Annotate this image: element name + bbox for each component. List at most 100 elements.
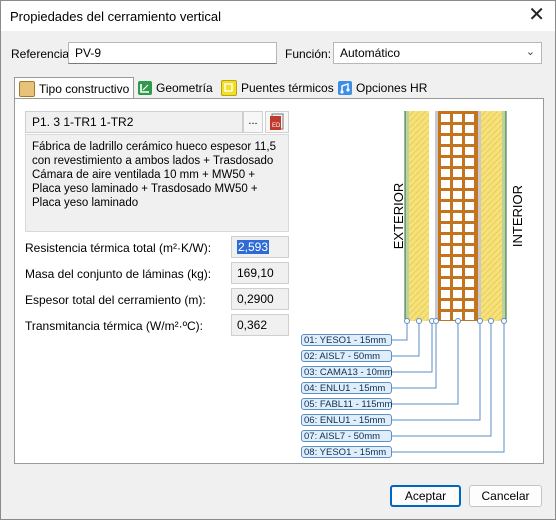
brick-hole — [441, 202, 450, 210]
brick-hole — [441, 312, 450, 320]
tab-geometria[interactable]: Geometría — [138, 77, 213, 99]
brick-hole — [441, 224, 450, 232]
layer-aisl7-ext — [409, 111, 429, 321]
leader-dot — [488, 318, 494, 324]
brick-hole — [465, 136, 474, 144]
leader-line — [392, 321, 505, 453]
brick-hole — [441, 246, 450, 254]
referencia-input[interactable]: PV-9 — [68, 42, 277, 64]
tab-opciones-hr[interactable]: Opciones HR — [338, 77, 427, 99]
brick-hole — [465, 290, 474, 298]
brick-hole — [465, 246, 474, 254]
tab-label: Puentes térmicos — [241, 81, 334, 95]
brick-hole — [465, 169, 474, 177]
layer-label: 02: AISL7 - 50mm — [301, 350, 392, 362]
transmitancia-label: Transmitancia térmica (W/m²·ºC): — [25, 319, 203, 333]
leader-line — [392, 321, 437, 389]
brick-hole — [465, 279, 474, 287]
brick-hole — [441, 147, 450, 155]
brick-hole — [465, 114, 474, 122]
layer-label: 06: ENLU1 - 15mm — [301, 414, 392, 426]
brick-hole — [465, 213, 474, 221]
espesor-field[interactable]: 0,2900 — [231, 288, 289, 310]
leader-line — [392, 321, 433, 373]
construction-description: Fábrica de ladrillo cerámico hueco espes… — [25, 134, 289, 232]
layer-cama13 — [429, 111, 435, 321]
brick-hole — [441, 158, 450, 166]
window-title: Propiedades del cerramiento vertical — [10, 9, 221, 24]
editor-icon: ED — [270, 113, 284, 130]
layer-label: 08: YESO1 - 15mm — [301, 446, 392, 458]
layer-enlu1-ext — [435, 111, 438, 321]
brick-hole — [441, 290, 450, 298]
brick-hole — [441, 301, 450, 309]
brick-hole — [453, 213, 462, 221]
brick-hole — [441, 213, 450, 221]
layer-label: 04: ENLU1 - 15mm — [301, 382, 392, 394]
brick-hole — [465, 147, 474, 155]
layer-aisl7-int — [481, 111, 502, 321]
tab-puentes-termicos[interactable]: Puentes térmicos — [221, 77, 334, 99]
brick-hole — [453, 114, 462, 122]
leader-line — [392, 321, 408, 341]
brick-hole — [441, 279, 450, 287]
brick-hole — [453, 136, 462, 144]
brick-hole — [465, 158, 474, 166]
svg-text:ED: ED — [272, 123, 281, 129]
brick-hole — [453, 290, 462, 298]
brick-hole — [453, 169, 462, 177]
brick-hole — [453, 224, 462, 232]
brick-hole — [465, 301, 474, 309]
tab-tipo-constructivo[interactable]: Tipo constructivo — [14, 77, 135, 100]
referencia-label: Referencia: — [11, 47, 73, 61]
resistencia-field[interactable]: 2,593 — [231, 236, 289, 258]
resistencia-value: 2,593 — [237, 240, 270, 254]
funcion-value: Automático — [340, 46, 401, 60]
leader-dot — [404, 318, 410, 324]
layer-label: 05: FABL11 - 115mm — [301, 398, 392, 410]
brick-hole — [453, 257, 462, 265]
thermal-bridge-icon — [221, 80, 237, 96]
title-bar: Propiedades del cerramiento vertical ✕ — [1, 1, 555, 31]
brick-hole — [465, 268, 474, 276]
brick-hole — [441, 180, 450, 188]
layer-label: 01: YESO1 - 15mm — [301, 334, 392, 346]
funcion-select[interactable]: Automático ⌄ — [333, 42, 542, 64]
close-icon[interactable]: ✕ — [528, 4, 545, 26]
leader-dot — [455, 318, 461, 324]
masa-label: Masa del conjunto de láminas (kg): — [25, 267, 212, 281]
leader-dot — [433, 318, 439, 324]
brick-hole — [441, 114, 450, 122]
leader-line — [392, 321, 459, 405]
construction-type-icon — [19, 81, 35, 97]
brick-hole — [453, 125, 462, 133]
layer-fabl11 — [438, 111, 478, 321]
masa-field[interactable]: 169,10 — [231, 262, 289, 284]
brick-hole — [465, 202, 474, 210]
brick-hole — [441, 125, 450, 133]
brick-hole — [441, 191, 450, 199]
editor-button[interactable]: ED — [265, 111, 289, 133]
construction-code-field[interactable]: P1. 3 1-TR1 1-TR2 — [25, 111, 243, 133]
interior-label: INTERIOR — [510, 185, 525, 247]
brick-hole — [465, 125, 474, 133]
layer-enlu1-int — [478, 111, 481, 321]
exterior-label: EXTERIOR — [391, 183, 406, 249]
brick-hole — [441, 268, 450, 276]
brick-hole — [453, 191, 462, 199]
cancel-button[interactable]: Cancelar — [469, 485, 542, 507]
brick-hole — [453, 147, 462, 155]
funcion-label: Función: — [285, 47, 332, 61]
hr-options-icon — [338, 81, 352, 95]
transmitancia-field[interactable]: 0,362 — [231, 314, 289, 336]
brick-hole — [453, 180, 462, 188]
brick-hole — [441, 257, 450, 265]
accept-button[interactable]: Aceptar — [390, 485, 461, 507]
brick-hole — [465, 191, 474, 199]
brick-hole — [441, 169, 450, 177]
browse-button[interactable]: ... — [243, 111, 263, 133]
brick-hole — [453, 235, 462, 243]
brick-hole — [441, 136, 450, 144]
brick-hole — [453, 279, 462, 287]
brick-hole — [441, 235, 450, 243]
